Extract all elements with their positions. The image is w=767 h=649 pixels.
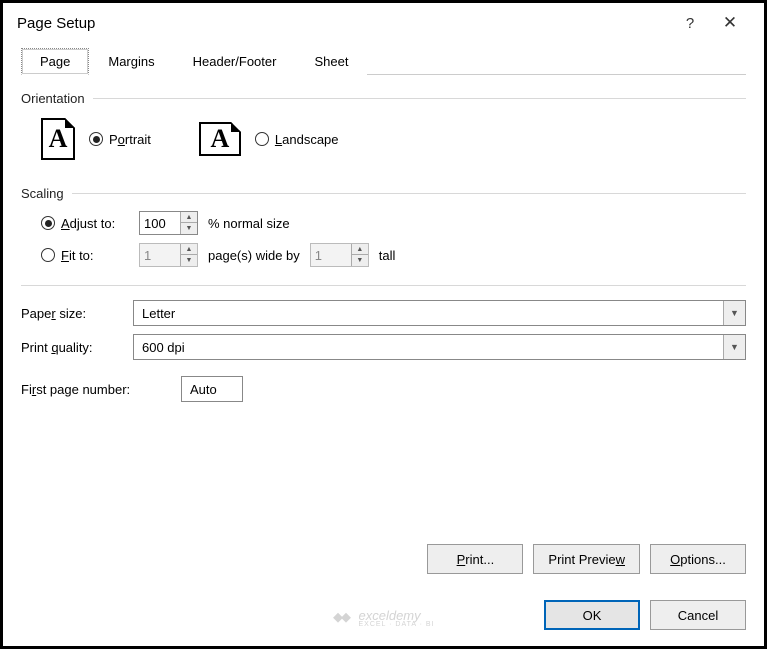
radio-icon xyxy=(41,216,55,230)
options-button[interactable]: Options... xyxy=(650,544,746,574)
print-quality-label: Print quality: xyxy=(21,340,133,355)
fit-to-label: Fit to: xyxy=(61,248,94,263)
tab-sheet[interactable]: Sheet xyxy=(295,48,367,75)
portrait-radio[interactable]: Portrait xyxy=(89,132,151,147)
tab-page[interactable]: Page xyxy=(21,48,89,75)
fit-wide-spinner[interactable]: ▲ ▼ xyxy=(139,243,198,267)
spin-down-icon[interactable]: ▼ xyxy=(181,223,197,234)
ok-button[interactable]: OK xyxy=(544,600,640,630)
fit-tall-suffix: tall xyxy=(379,248,396,263)
spin-up-icon[interactable]: ▲ xyxy=(181,244,197,255)
adjust-to-radio[interactable]: Adjust to: xyxy=(41,216,129,231)
radio-icon xyxy=(89,132,103,146)
paper-size-row: Paper size: ▼ xyxy=(21,300,746,326)
divider xyxy=(21,285,746,286)
action-buttons: Print... Print Preview Options... xyxy=(427,544,746,574)
landscape-page-icon: A xyxy=(199,122,241,156)
adjust-to-input[interactable] xyxy=(140,214,180,233)
adjust-to-spinner[interactable]: ▲ ▼ xyxy=(139,211,198,235)
scaling-label: Scaling xyxy=(21,186,746,201)
radio-icon xyxy=(41,248,55,262)
tab-margins[interactable]: Margins xyxy=(89,48,173,75)
fit-wide-input[interactable] xyxy=(140,246,180,265)
fit-to-row: Fit to: ▲ ▼ page(s) wide by ▲ ▼ tall xyxy=(21,239,746,271)
chevron-down-icon[interactable]: ▼ xyxy=(723,301,745,325)
portrait-radio-label: Portrait xyxy=(109,132,151,147)
page-setup-dialog: Page Setup ? ✕ Page Margins Header/Foote… xyxy=(0,0,767,649)
spin-down-icon[interactable]: ▼ xyxy=(181,255,197,266)
spinner-buttons: ▲ ▼ xyxy=(180,212,197,234)
fit-tall-input[interactable] xyxy=(311,246,351,265)
print-quality-row: Print quality: ▼ xyxy=(21,334,746,360)
tab-strip: Page Margins Header/Footer Sheet xyxy=(21,47,746,75)
portrait-page-icon: A xyxy=(41,118,75,160)
paper-size-label: Paper size: xyxy=(21,306,133,321)
chevron-down-icon[interactable]: ▼ xyxy=(723,335,745,359)
adjust-to-label: Adjust to: xyxy=(61,216,115,231)
dialog-title: Page Setup xyxy=(17,15,670,32)
fit-to-radio[interactable]: Fit to: xyxy=(41,248,129,263)
spin-up-icon[interactable]: ▲ xyxy=(352,244,368,255)
first-page-label: First page number: xyxy=(21,382,181,397)
adjust-to-suffix: % normal size xyxy=(208,216,290,231)
dialog-content: Page Margins Header/Footer Sheet Orienta… xyxy=(3,45,764,646)
help-button[interactable]: ? xyxy=(670,15,710,32)
spinner-buttons: ▲ ▼ xyxy=(351,244,368,266)
titlebar: Page Setup ? ✕ xyxy=(3,3,764,45)
spinner-buttons: ▲ ▼ xyxy=(180,244,197,266)
cancel-button[interactable]: Cancel xyxy=(650,600,746,630)
orientation-group: A Portrait A Landscape xyxy=(21,112,746,170)
print-quality-combo[interactable]: ▼ xyxy=(133,334,746,360)
tab-header-footer[interactable]: Header/Footer xyxy=(174,48,296,75)
spin-down-icon[interactable]: ▼ xyxy=(352,255,368,266)
print-quality-input[interactable] xyxy=(134,335,723,359)
radio-icon xyxy=(255,132,269,146)
landscape-radio[interactable]: Landscape xyxy=(255,132,339,147)
adjust-to-row: Adjust to: ▲ ▼ % normal size xyxy=(21,207,746,239)
orientation-label: Orientation xyxy=(21,91,746,106)
spin-up-icon[interactable]: ▲ xyxy=(181,212,197,223)
paper-size-combo[interactable]: ▼ xyxy=(133,300,746,326)
print-preview-button[interactable]: Print Preview xyxy=(533,544,640,574)
fit-mid-text: page(s) wide by xyxy=(208,248,300,263)
fit-tall-spinner[interactable]: ▲ ▼ xyxy=(310,243,369,267)
close-button[interactable]: ✕ xyxy=(710,13,750,33)
paper-size-input[interactable] xyxy=(134,301,723,325)
first-page-input[interactable] xyxy=(181,376,243,402)
print-button[interactable]: Print... xyxy=(427,544,523,574)
landscape-radio-label: Landscape xyxy=(275,132,339,147)
first-page-row: First page number: xyxy=(21,376,746,402)
dialog-footer: OK Cancel xyxy=(3,600,764,646)
